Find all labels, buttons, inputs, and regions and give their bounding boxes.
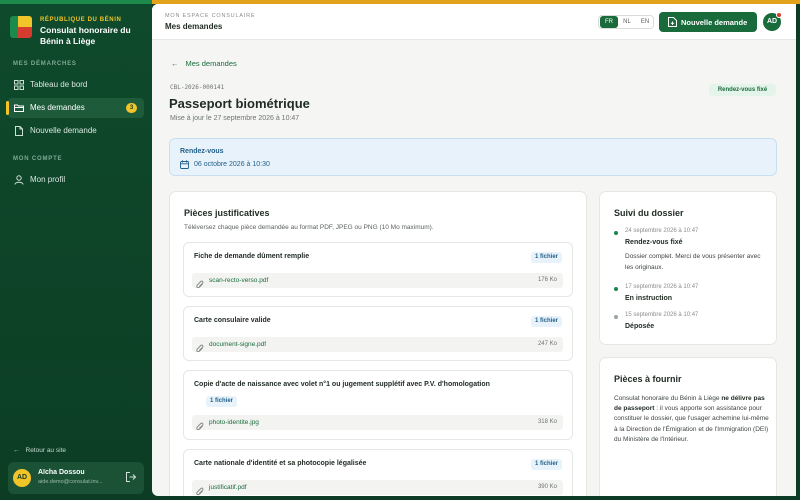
user-email: aide.demo@consulat.inv...: [38, 479, 103, 485]
header-section: MON ESPACE CONSULAIRE: [165, 13, 256, 19]
timeline-desc: Dossier complet. Merci de vous présenter…: [625, 253, 761, 271]
benin-flag-icon: [10, 16, 32, 38]
file-count-badge: 1 fichier: [530, 459, 562, 470]
file-plus-icon: [668, 17, 677, 27]
document-name: Fiche de demande dûment remplie: [194, 253, 310, 260]
grid-icon: [14, 80, 24, 90]
appointment-date: 06 octobre 2026 à 10:30: [194, 161, 270, 168]
document-item: Copie d'acte de naissance avec volet n°1…: [183, 370, 573, 440]
tracking-title: Suivi du dossier: [614, 208, 684, 218]
nav-section-compte: MON COMPTE: [13, 156, 63, 162]
paperclip-icon: [196, 276, 204, 289]
logout-icon[interactable]: [126, 472, 136, 482]
file-name-link[interactable]: photo-identite.jpg: [209, 419, 259, 426]
text-before: Consulat honoraire du Bénin à Liège: [614, 395, 722, 402]
lang-fr-button[interactable]: FR: [600, 16, 618, 28]
timeline-date: 24 septembre 2026 à 10:47: [625, 228, 699, 234]
paperclip-icon: [196, 340, 204, 353]
sidebar-item-label: Tableau de bord: [30, 80, 88, 89]
appointment-label: Rendez-vous: [180, 148, 224, 155]
file-name-link[interactable]: scan-recto-verso.pdf: [209, 277, 268, 284]
file-size: 176 Ko: [537, 277, 557, 283]
sidebar-item-dashboard[interactable]: Tableau de bord: [8, 75, 144, 95]
brand-title: Consulat honoraire du Bénin à Liège: [40, 25, 131, 46]
timeline-title: Déposée: [625, 323, 655, 330]
file-size: 390 Ko: [537, 484, 557, 490]
back-to-site-label: Retour au site: [25, 447, 66, 454]
appointment-banner: Rendez-vous 06 octobre 2026 à 10:30: [169, 138, 777, 176]
user-icon: [14, 175, 24, 185]
folder-icon: [14, 104, 24, 112]
back-to-requests-link[interactable]: ← Mes demandes: [171, 59, 237, 68]
document-item: Carte nationale d'identité et sa photoco…: [183, 449, 573, 496]
status-badge: Rendez-vous fixé: [709, 84, 776, 96]
calendar-icon: [180, 160, 189, 169]
request-reference: CBL-2026-000141: [170, 84, 225, 91]
file-row[interactable]: photo-identite.jpg 318 Ko: [192, 415, 563, 431]
file-row[interactable]: justificatif.pdf 390 Ko: [192, 480, 563, 496]
lang-nl-button[interactable]: NL: [618, 16, 636, 28]
paperclip-icon: [196, 418, 204, 431]
timeline-title: Rendez-vous fixé: [625, 239, 683, 246]
pieces-subtitle: Téléversez chaque pièce demandée au form…: [184, 224, 434, 231]
file-count-badge: 1 fichier: [530, 252, 562, 263]
sidebar-item-requests[interactable]: Mes demandes 3: [6, 98, 144, 118]
notification-dot: [776, 12, 782, 18]
back-to-requests-label: Mes demandes: [185, 59, 237, 68]
user-name: Aïcha Dossou: [38, 469, 85, 476]
language-switcher: FR NL EN: [598, 15, 654, 29]
file-size: 247 Ko: [537, 341, 557, 347]
sidebar: RÉPUBLIQUE DU BÉNIN Consulat honoraire d…: [0, 4, 152, 500]
arrow-left-icon: ←: [13, 447, 20, 454]
main-content: MON ESPACE CONSULAIRE Mes demandes FR NL…: [152, 4, 796, 496]
brand-country: RÉPUBLIQUE DU BÉNIN: [40, 17, 122, 23]
file-name-link[interactable]: justificatif.pdf: [209, 484, 247, 491]
file-name-link[interactable]: document-signe.pdf: [209, 341, 266, 348]
brand[interactable]: RÉPUBLIQUE DU BÉNIN Consulat honoraire d…: [10, 16, 148, 52]
paperclip-icon: [196, 483, 204, 496]
file-size: 318 Ko: [537, 419, 557, 425]
required-documents-title: Pièces à fournir: [614, 374, 682, 384]
arrow-left-icon: ←: [171, 59, 179, 68]
pieces-card: Pièces justificatives Téléversez chaque …: [169, 191, 587, 496]
header: MON ESPACE CONSULAIRE Mes demandes FR NL…: [152, 4, 796, 40]
timeline-dot: [614, 315, 618, 319]
required-documents-text: Consulat honoraire du Bénin à Liège ne d…: [614, 394, 769, 445]
page-title: Passeport biométrique: [169, 96, 310, 111]
lang-en-button[interactable]: EN: [636, 16, 654, 28]
requests-count-badge: 3: [126, 103, 137, 113]
file-plus-icon: [15, 126, 23, 136]
tracking-card: Suivi du dossier 24 septembre 2026 à 10:…: [599, 191, 777, 345]
file-count-badge: 1 fichier: [206, 396, 238, 407]
timeline-dot: [614, 231, 618, 235]
header-title: Mes demandes: [165, 22, 223, 31]
sidebar-item-label: Mes demandes: [30, 103, 85, 112]
avatar: AD: [13, 469, 31, 487]
file-row[interactable]: scan-recto-verso.pdf 176 Ko: [192, 273, 563, 289]
timeline-dot: [614, 287, 618, 291]
file-count-badge: 1 fichier: [530, 316, 562, 327]
timeline-date: 17 septembre 2026 à 10:47: [625, 284, 699, 290]
last-updated: Mise à jour le 27 septembre 2026 à 10:47: [170, 115, 300, 122]
document-item: Carte consulaire valide 1 fichier docume…: [183, 306, 573, 361]
new-request-button[interactable]: Nouvelle demande: [659, 12, 757, 32]
timeline-date: 15 septembre 2026 à 10:47: [625, 312, 699, 318]
document-name: Copie d'acte de naissance avec volet n°1…: [194, 381, 490, 388]
required-documents-card: Pièces à fournir Consulat honoraire du B…: [599, 357, 777, 496]
file-row[interactable]: document-signe.pdf 247 Ko: [192, 337, 563, 353]
timeline-title: En instruction: [625, 295, 673, 302]
sidebar-item-label: Nouvelle demande: [30, 126, 97, 135]
user-card[interactable]: AD Aïcha Dossou aide.demo@consulat.inv..…: [8, 462, 144, 494]
document-name: Carte nationale d'identité et sa photoco…: [194, 460, 367, 467]
document-item: Fiche de demande dûment remplie 1 fichie…: [183, 242, 573, 297]
new-request-label: Nouvelle demande: [681, 18, 748, 27]
sidebar-item-label: Mon profil: [30, 175, 66, 184]
sidebar-item-new-request[interactable]: Nouvelle demande: [8, 121, 144, 141]
document-name: Carte consulaire valide: [194, 317, 271, 324]
pieces-title: Pièces justificatives: [184, 208, 270, 218]
sidebar-item-profile[interactable]: Mon profil: [8, 170, 144, 190]
back-to-site-link[interactable]: ← Retour au site: [13, 447, 66, 454]
nav-section-demarches: MES DÉMARCHES: [13, 61, 77, 67]
